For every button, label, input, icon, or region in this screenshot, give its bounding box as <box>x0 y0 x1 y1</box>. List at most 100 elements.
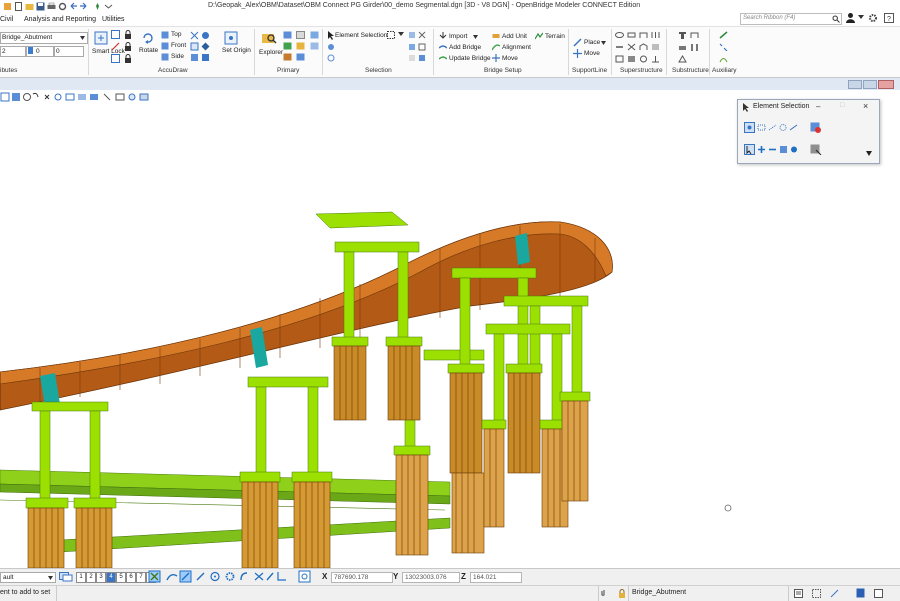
selection-tool-icon-4[interactable] <box>418 31 426 39</box>
view-5-button[interactable]: 5 <box>116 572 126 583</box>
substructure-tool-icon[interactable] <box>678 55 687 63</box>
selection-tool-icon-3[interactable] <box>408 31 416 39</box>
dialog-maximize-icon[interactable]: □ <box>840 102 844 109</box>
model-status-icon[interactable] <box>856 588 865 598</box>
select-box-icon[interactable] <box>387 31 395 39</box>
accudraw-option-icon-3[interactable] <box>190 42 199 51</box>
superstructure-tool-icon-8[interactable] <box>651 55 660 63</box>
place-supportline-icon[interactable] <box>573 38 582 47</box>
settings-gear-icon[interactable] <box>868 13 878 23</box>
primary-tool-icon-5[interactable] <box>283 53 292 61</box>
barrier-icon[interactable] <box>639 31 648 39</box>
dialog-expand-chevron-icon[interactable] <box>866 151 872 156</box>
user-icon[interactable] <box>845 12 856 23</box>
level-dropdown[interactable]: Bridge_Abutment <box>0 32 88 44</box>
view-6-button[interactable]: 6 <box>126 572 136 583</box>
dialog-minimize-icon[interactable]: – <box>816 102 820 111</box>
z-coordinate-field[interactable]: 164.021 <box>470 572 522 583</box>
update-bridge-icon[interactable] <box>439 54 447 62</box>
update-bridge-label[interactable]: Update Bridge <box>449 55 491 62</box>
move-supportline-icon[interactable] <box>573 49 582 58</box>
fence-icon[interactable] <box>812 589 821 598</box>
set-origin-icon[interactable] <box>224 31 238 45</box>
selection-mode-icons[interactable] <box>744 144 804 155</box>
primary-tool-icon-6[interactable] <box>296 53 305 61</box>
style-dropdown[interactable]: 0 <box>54 46 84 57</box>
terrain-icon[interactable] <box>535 32 543 40</box>
rotate-label[interactable]: Rotate <box>139 47 158 54</box>
primary-tool-icon[interactable] <box>283 31 292 39</box>
rotate-icon[interactable] <box>141 31 155 45</box>
selection-method-icons[interactable] <box>744 122 804 133</box>
open-folder-icon[interactable] <box>25 2 34 11</box>
primary-tool-icon-8[interactable] <box>310 42 319 50</box>
tab-analysis-and-reporting[interactable]: Analysis and Reporting <box>24 16 96 23</box>
top-label[interactable]: Top <box>171 31 181 38</box>
front-label[interactable]: Front <box>171 42 186 49</box>
view-minimize-icon[interactable] <box>848 80 862 89</box>
selection-dropdown-icon[interactable] <box>398 31 404 37</box>
view-4-button[interactable]: 4 <box>106 572 116 583</box>
clear-selection-icon[interactable] <box>810 122 822 133</box>
import-label[interactable]: Import <box>449 33 467 40</box>
add-bridge-label[interactable]: Add Bridge <box>449 44 481 51</box>
accudraw-axis-icon[interactable] <box>111 42 120 51</box>
add-unit-label[interactable]: Add Unit <box>502 33 527 40</box>
deck-icon[interactable] <box>615 31 624 39</box>
help-icon[interactable]: ? <box>884 13 894 23</box>
alignment-icon[interactable] <box>492 43 500 51</box>
primary-tool-icon-7[interactable] <box>310 31 319 39</box>
save-icon[interactable] <box>36 2 45 11</box>
message-center-icon[interactable] <box>794 589 803 598</box>
auxiliary-tool-icon[interactable] <box>719 31 728 39</box>
primary-tool-icon-4[interactable] <box>296 42 305 50</box>
accudraw-distance-icon[interactable] <box>111 54 120 63</box>
terrain-label[interactable]: Terrain <box>545 33 565 40</box>
weight-dropdown[interactable]: 2 <box>0 46 26 57</box>
undo-icon[interactable] <box>69 2 78 11</box>
view-group-dropdown[interactable]: ault <box>0 572 56 583</box>
accudraw-option-icon-6[interactable] <box>201 53 210 62</box>
user-menu-chevron-icon[interactable] <box>858 15 864 20</box>
girder-icon[interactable] <box>627 31 636 39</box>
view-restore-icon[interactable] <box>863 80 877 89</box>
primary-tool-icon-2[interactable] <box>296 31 305 39</box>
supportline-move-label[interactable]: Move <box>584 50 600 57</box>
side-view-icon[interactable] <box>161 53 169 61</box>
superstructure-tool-icon-3[interactable] <box>639 43 648 51</box>
superstructure-tool-icon-7[interactable] <box>639 55 648 63</box>
accudraw-option-icon[interactable] <box>190 31 199 40</box>
views-icon[interactable] <box>59 572 73 582</box>
auxiliary-tool-icon-3[interactable] <box>719 55 728 63</box>
selection-tool-icon-6[interactable] <box>418 43 426 51</box>
selection-tool-icon-8[interactable] <box>418 54 426 62</box>
view-2-button[interactable]: 2 <box>86 572 96 583</box>
move-label[interactable]: Move <box>502 55 518 62</box>
pin-icon[interactable] <box>93 2 102 11</box>
settings-icon[interactable] <box>58 2 67 11</box>
attach-icon[interactable] <box>600 589 608 598</box>
selection-tool-icon-5[interactable] <box>408 43 416 51</box>
lock-status-icon[interactable] <box>618 589 626 598</box>
set-origin-label[interactable]: Set Origin <box>222 47 251 54</box>
lock-icon-2[interactable] <box>124 42 132 51</box>
dialog-close-icon[interactable]: × <box>863 101 868 111</box>
selection-options-icon[interactable] <box>810 144 822 155</box>
accudraw-option-icon-2[interactable] <box>201 31 210 40</box>
quick-access-menu-icon[interactable] <box>104 2 113 11</box>
place-label[interactable]: Place <box>584 39 600 46</box>
x-coordinate-field[interactable]: 787690.178 <box>331 572 393 583</box>
superstructure-tool-icon-4[interactable] <box>651 43 660 51</box>
view-7-button[interactable]: 7 <box>136 572 146 583</box>
snap-toolbar-icons[interactable] <box>147 570 317 583</box>
add-unit-icon[interactable] <box>492 32 500 40</box>
move-icon[interactable] <box>492 54 500 62</box>
accudraw-grid-icon[interactable] <box>111 30 120 39</box>
import-chevron-icon[interactable] <box>473 35 478 39</box>
pile-icon[interactable] <box>690 43 699 51</box>
lock-icon-3[interactable] <box>124 54 132 63</box>
print-icon[interactable] <box>47 2 56 11</box>
lock-icon[interactable] <box>124 30 132 39</box>
redo-icon[interactable] <box>79 2 88 11</box>
alignment-label[interactable]: Alignment <box>502 44 531 51</box>
